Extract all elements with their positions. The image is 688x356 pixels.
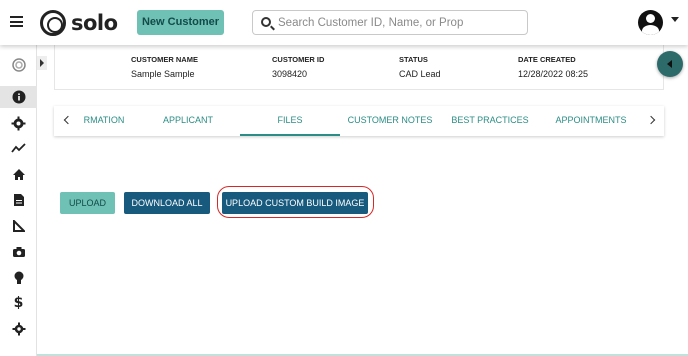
hamburger-menu-icon[interactable] [10,16,23,27]
customer-summary-card: CUSTOMER NAME Sample Sample CUSTOMER ID … [54,45,664,90]
date-created-field: DATE CREATED 12/28/2022 08:25 [518,55,588,79]
solo-logo-icon [40,10,66,36]
sidebar-item-info[interactable] [0,86,37,108]
sidebar-item-camera[interactable] [0,241,37,263]
status-value: CAD Lead [399,69,441,79]
tab-information[interactable]: RMATION [76,106,132,136]
new-customer-button[interactable]: New Customer [137,10,224,35]
status-field: STATUS CAD Lead [399,55,441,79]
sidebar-item-document[interactable] [0,189,37,211]
search-box [252,10,528,35]
customer-id-field: CUSTOMER ID 3098420 [272,55,324,79]
sidebar: $ [0,45,37,356]
date-created-value: 12/28/2022 08:25 [518,69,589,79]
dollar-icon: $ [13,295,24,311]
customer-id-label: CUSTOMER ID [272,55,325,64]
tab-customer-notes[interactable]: CUSTOMER NOTES [344,106,436,136]
tab-best-practices[interactable]: BEST PRACTICES [442,106,538,136]
tab-files[interactable]: FILES [240,106,340,136]
upload-button[interactable]: UPLOAD [60,192,115,214]
sidebar-expand-icon[interactable] [37,56,47,70]
status-label: STATUS [399,55,428,64]
customer-name-label: CUSTOMER NAME [131,55,198,64]
chevron-down-icon[interactable] [671,17,679,22]
top-bar: solo New Customer [0,0,688,45]
home-icon [12,168,25,180]
date-created-label: DATE CREATED [518,55,576,64]
tab-bar: RMATION APPLICANT FILES CUSTOMER NOTES B… [54,106,664,136]
trend-line-icon [11,143,26,153]
search-input[interactable] [278,14,518,32]
lightbulb-icon [14,271,23,284]
target-icon [11,58,26,72]
gear-brain-icon [11,116,26,130]
sidebar-item-settings[interactable] [0,318,37,340]
sidebar-item-home[interactable] [0,163,37,185]
upload-custom-build-image-button[interactable]: UPLOAD CUSTOM BUILD IMAGE [222,192,368,214]
sidebar-item-lightbulb[interactable] [0,267,37,289]
search-icon [261,17,271,27]
logo[interactable]: solo [40,10,118,36]
camera-icon [12,247,25,257]
tab-scroll-left-icon[interactable] [55,106,77,134]
document-icon [13,194,24,206]
sidebar-item-dollar[interactable]: $ [0,292,37,314]
settings-icon [12,322,25,336]
download-all-button[interactable]: DOWNLOAD ALL [124,192,210,214]
ruler-triangle-icon [12,220,25,232]
sidebar-item-gear-brain[interactable] [0,112,37,134]
logo-text: solo [71,11,118,35]
sidebar-item-trend[interactable] [0,137,37,159]
sidebar-item-ruler[interactable] [0,215,37,237]
tab-applicant[interactable]: APPLICANT [142,106,234,136]
customer-name-value: Sample Sample [131,69,195,79]
tab-scroll-right-icon[interactable] [641,106,663,134]
info-icon [12,90,25,104]
tab-appointments[interactable]: APPOINTMENTS [544,106,638,136]
collapse-panel-button[interactable] [657,51,683,77]
sidebar-item-target[interactable] [0,54,37,76]
customer-name-field: CUSTOMER NAME Sample Sample [131,55,198,79]
user-avatar-icon[interactable] [638,10,663,35]
customer-id-value: 3098420 [272,69,308,79]
